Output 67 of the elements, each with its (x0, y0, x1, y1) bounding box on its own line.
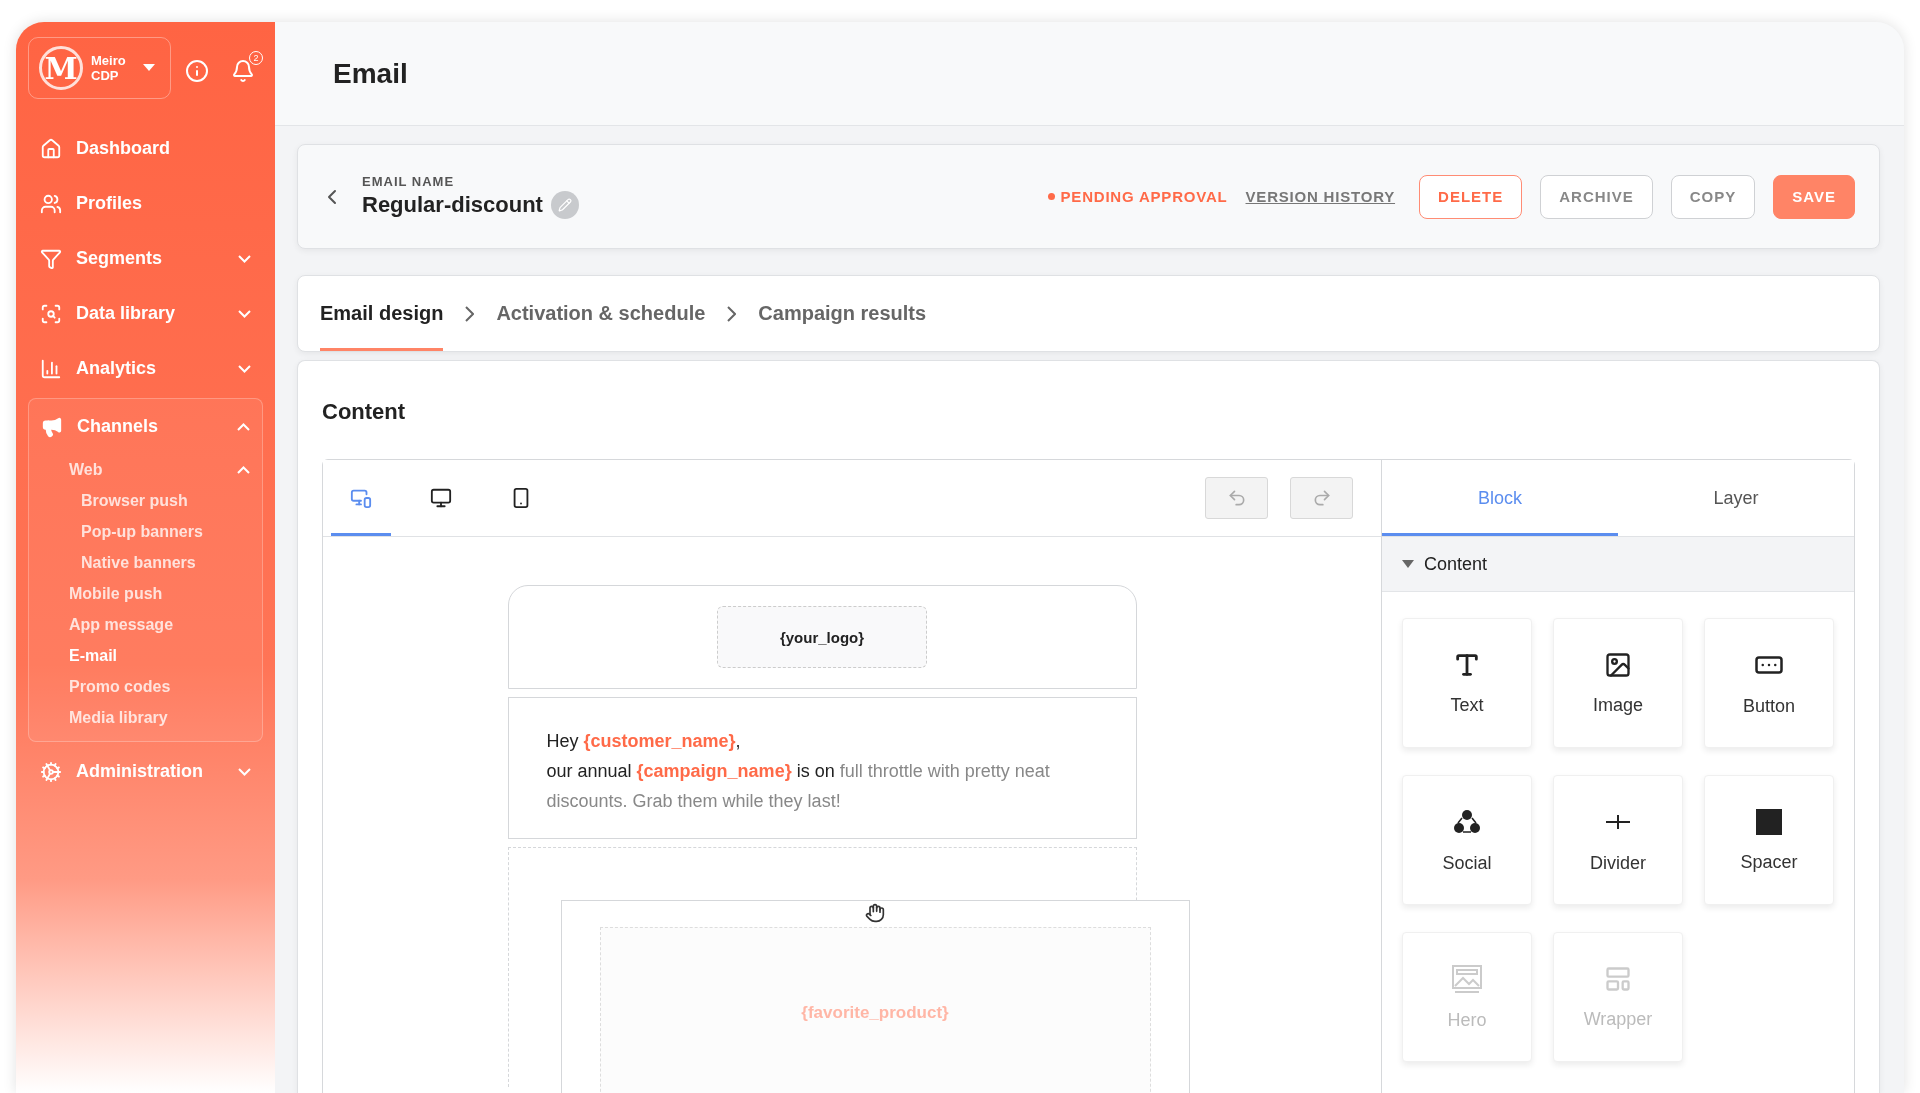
page-title: Email (333, 57, 408, 90)
nav-subitem[interactable]: Pop-up banners (29, 516, 262, 547)
text-block[interactable]: Hey {customer_name}, our annual {campaign_name} is on full throttle with pretty neat discounts. Grab them while they last! (507, 697, 1137, 839)
step-tab[interactable]: Activation & schedule (496, 276, 706, 351)
dropdown-caret-icon (143, 64, 155, 72)
desktop-icon (430, 487, 452, 509)
nav-item[interactable]: Administration (28, 744, 263, 799)
chevron-right-icon (465, 305, 475, 322)
hero-icon (1451, 963, 1483, 994)
nav-item[interactable]: Dashboard (28, 121, 263, 176)
section-label: Content (1424, 553, 1488, 575)
nav-item[interactable]: Channels (29, 399, 262, 454)
nav-subitem[interactable]: Promo codes (29, 671, 262, 702)
block-tile[interactable]: Button (1704, 618, 1834, 748)
layout-icon (1604, 964, 1632, 993)
responsive-icon (350, 487, 372, 509)
block-tile[interactable]: Divider (1553, 775, 1683, 905)
action-button[interactable]: SAVE (1773, 174, 1855, 219)
nav-subitem[interactable]: E-mail (29, 640, 262, 671)
block-tile[interactable]: Spacer (1704, 775, 1834, 905)
chevron-right-icon (727, 305, 737, 322)
workspace-switcher[interactable]: M Meiro CDP (28, 37, 171, 99)
email-name: Regular-discount (362, 192, 543, 218)
bell-icon (231, 59, 255, 83)
info-icon (185, 59, 209, 83)
funnel-icon (40, 247, 62, 270)
dragged-block[interactable]: {favorite_product} (560, 900, 1190, 1093)
section-title: Content (322, 399, 407, 425)
section-header[interactable]: Content (1382, 537, 1854, 592)
action-button[interactable]: ARCHIVE (1540, 174, 1653, 219)
notification-badge: 2 (249, 51, 263, 65)
nav-item[interactable]: Segments (28, 231, 263, 286)
logo: M (39, 46, 83, 90)
drag-hand-icon (864, 903, 885, 923)
nav-subitem[interactable]: Media library (29, 702, 262, 733)
panel-tab[interactable]: Layer (1618, 460, 1854, 536)
megaphone-icon (41, 415, 63, 438)
email-body-text: Hey {customer_name}, our annual {campaign_name} is on full throttle with pretty neat discounts. Grab them while they last! (546, 730, 1051, 813)
action-button[interactable]: COPY (1670, 174, 1756, 219)
status-label: PENDING APPROVAL (1047, 188, 1228, 205)
undo-icon (1226, 488, 1247, 508)
block-tile[interactable]: Image (1553, 618, 1683, 748)
block-tile[interactable]: Text (1402, 618, 1532, 748)
nav-subitem[interactable]: Mobile push (29, 578, 262, 609)
square-icon (1755, 807, 1783, 836)
notifications-button[interactable]: 2 (229, 51, 263, 85)
product-placeholder: {favorite_product} (599, 927, 1151, 1093)
version-history-link[interactable]: VERSION HISTORY (1245, 188, 1396, 205)
nav-subitem[interactable]: Web (29, 454, 262, 485)
block-tile[interactable]: Social (1402, 775, 1532, 905)
nav-item[interactable]: Analytics (28, 341, 263, 396)
users-icon (40, 192, 62, 215)
nav-subitem[interactable]: App message (29, 609, 262, 640)
field-label: EMAIL NAME (362, 174, 456, 189)
step-tab[interactable]: Campaign results (758, 276, 927, 351)
nav-subitem[interactable]: Browser push (29, 485, 262, 516)
nav-item[interactable]: Data library (28, 286, 263, 341)
image-icon (1604, 650, 1632, 679)
nav-subitem[interactable]: Native banners (29, 547, 262, 578)
action-button[interactable]: DELETE (1419, 174, 1523, 219)
pencil-icon (557, 198, 572, 212)
nav-item[interactable]: Profiles (28, 176, 263, 231)
logo-block[interactable]: {your_logo} (507, 585, 1137, 689)
logo-placeholder: {your_logo} (717, 606, 927, 668)
bar-chart-icon (40, 357, 62, 380)
step-tab[interactable]: Email design (320, 276, 444, 351)
house-icon (40, 137, 62, 160)
